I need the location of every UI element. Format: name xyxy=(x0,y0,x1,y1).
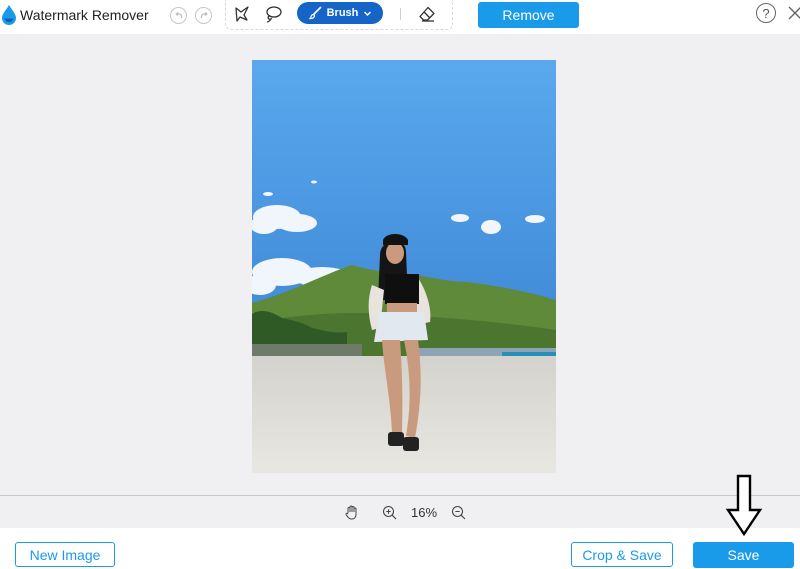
app-name: Watermark Remover xyxy=(20,7,149,23)
undo-icon xyxy=(174,11,182,18)
water-drop-icon xyxy=(2,5,16,25)
pan-tool-button[interactable] xyxy=(343,504,359,520)
redo-icon xyxy=(200,11,208,18)
selection-tool-group: Brush xyxy=(225,0,453,30)
hand-icon xyxy=(345,505,356,519)
save-button[interactable]: Save xyxy=(693,542,794,568)
chevron-down-icon xyxy=(364,11,372,16)
tool-divider xyxy=(400,8,401,20)
canvas-area[interactable] xyxy=(0,34,800,495)
help-button[interactable]: ? xyxy=(756,3,776,23)
close-icon[interactable] xyxy=(786,4,800,22)
remove-button[interactable]: Remove xyxy=(478,2,579,28)
zoom-bar: 16% xyxy=(0,495,800,528)
beach-photo-image xyxy=(252,60,556,473)
top-toolbar: Watermark Remover Brush Remove ? xyxy=(0,0,800,34)
polygon-lasso-icon xyxy=(235,6,249,22)
bottom-action-bar: New Image Crop & Save Save xyxy=(0,528,800,569)
brush-icon xyxy=(308,6,321,20)
redo-button[interactable] xyxy=(195,7,212,24)
zoom-in-button[interactable] xyxy=(381,504,397,520)
zoom-level: 16% xyxy=(410,505,438,520)
lasso-icon xyxy=(266,6,282,23)
undo-button[interactable] xyxy=(170,7,187,24)
zoom-in-icon xyxy=(382,505,396,519)
app-title: Watermark Remover xyxy=(0,4,149,26)
zoom-out-button[interactable] xyxy=(450,504,466,520)
new-image-button[interactable]: New Image xyxy=(15,542,115,567)
polygonal-lasso-tool[interactable] xyxy=(232,4,252,24)
lasso-tool[interactable] xyxy=(263,4,283,24)
zoom-out-icon xyxy=(451,505,465,519)
eraser-icon xyxy=(419,6,435,22)
brush-tool-button[interactable]: Brush xyxy=(297,2,383,24)
crop-save-button[interactable]: Crop & Save xyxy=(571,542,673,567)
edited-photo[interactable] xyxy=(252,60,556,473)
down-arrow-icon xyxy=(725,474,763,536)
brush-label: Brush xyxy=(326,7,359,19)
eraser-tool[interactable] xyxy=(417,4,437,24)
